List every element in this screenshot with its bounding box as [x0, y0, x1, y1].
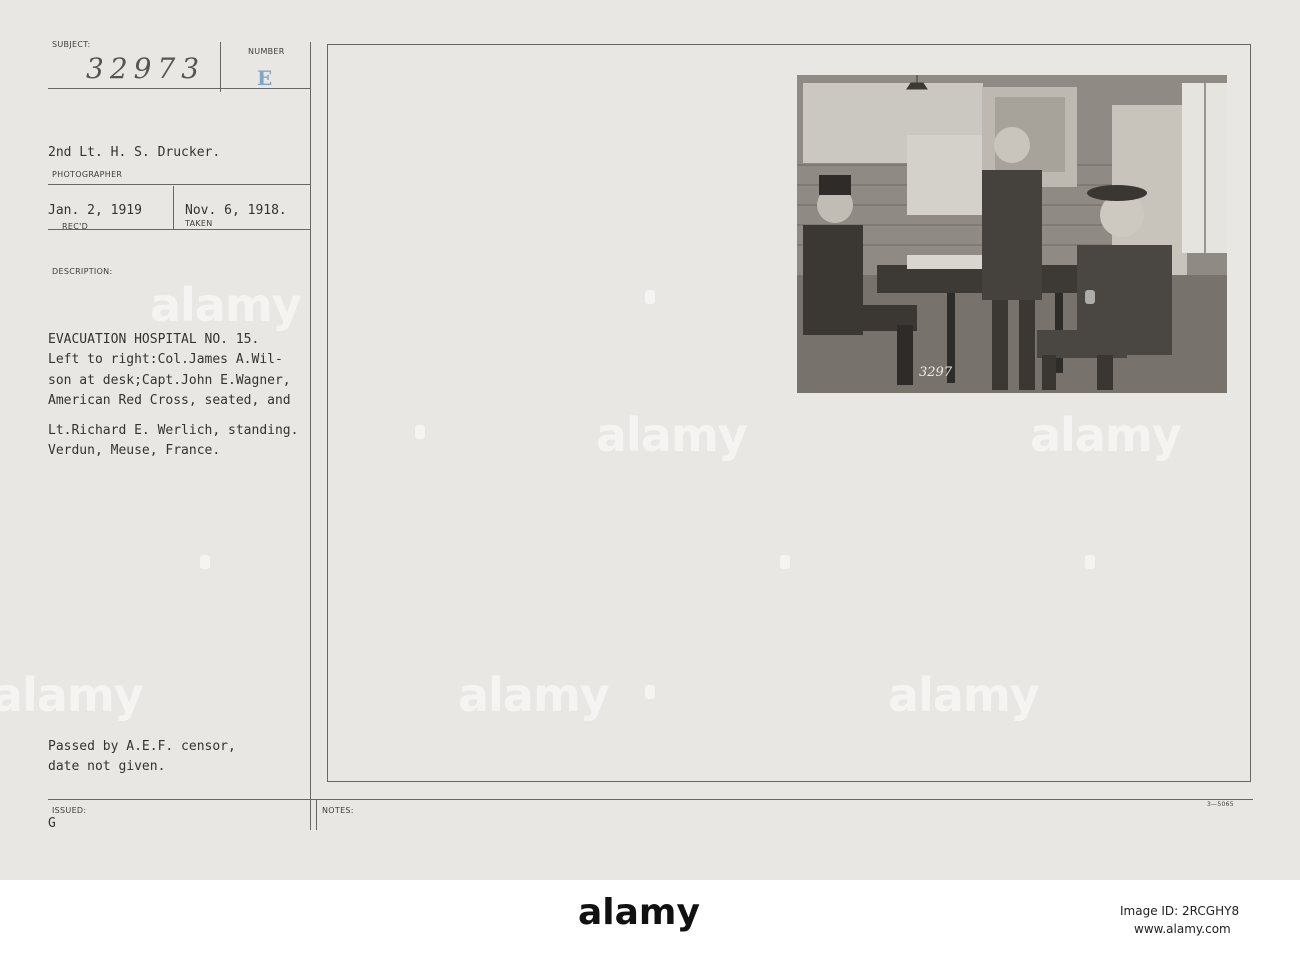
header-divider	[220, 42, 221, 92]
subject-number: 32973	[86, 52, 206, 85]
received-date: Jan. 2, 1919	[48, 203, 142, 218]
description-line: Left to right:Col.James A.Wil-	[48, 352, 283, 367]
description-label: DESCRIPTION:	[52, 267, 113, 276]
description-line: EVACUATION HOSPITAL NO. 15.	[48, 332, 260, 347]
watermark: alamy	[596, 408, 748, 462]
watermark-mark	[645, 290, 655, 304]
bottom-rule	[48, 799, 1253, 800]
censor-line: date not given.	[48, 759, 166, 774]
watermark: alamy	[1030, 408, 1182, 462]
notes-divider	[316, 800, 317, 830]
brand-logo[interactable]: alamy	[578, 892, 700, 933]
description-line: Lt.Richard E. Werlich, standing.	[48, 423, 299, 438]
watermark-mark	[645, 685, 655, 699]
date-divider	[173, 186, 174, 230]
watermark-mark	[1085, 290, 1095, 304]
watermark: alamy	[458, 668, 610, 722]
image-id: Image ID: 2RCGHY8	[1120, 904, 1240, 918]
description-line: American Red Cross, seated, and	[48, 393, 291, 408]
watermark: alamy	[150, 278, 302, 332]
watermark: alamy	[0, 668, 144, 722]
photographer-name: 2nd Lt. H. S. Drucker.	[48, 145, 221, 160]
watermark-mark	[1085, 555, 1095, 569]
description-line: son at desk;Capt.John E.Wagner,	[48, 373, 291, 388]
photographer-rule	[48, 184, 310, 185]
taken-label: TAKEN	[185, 219, 213, 228]
watermark-mark	[415, 425, 425, 439]
description-line: Verdun, Meuse, France.	[48, 443, 221, 458]
number-stamp: E	[257, 66, 273, 90]
date-rule	[48, 229, 310, 230]
number-label: NUMBER	[248, 47, 285, 56]
photo-number-inscription: 3297	[919, 365, 953, 380]
censor-line: Passed by A.E.F. censor,	[48, 739, 236, 754]
mounted-photograph: 3297	[797, 75, 1227, 393]
watermark: alamy	[888, 668, 1040, 722]
issued-label: ISSUED:	[52, 806, 87, 815]
archive-index-card: SUBJECT: 32973 NUMBER E 2nd Lt. H. S. Dr…	[0, 0, 1300, 966]
taken-date: Nov. 6, 1918.	[185, 203, 287, 218]
notes-label: NOTES:	[322, 806, 354, 815]
site-url[interactable]: www.alamy.com	[1134, 922, 1231, 936]
watermark-mark	[780, 555, 790, 569]
photo-scene	[797, 75, 1227, 393]
column-divider	[310, 42, 311, 830]
subject-rule	[48, 88, 310, 89]
subject-label: SUBJECT:	[52, 40, 91, 49]
form-code: 3—5065	[1207, 801, 1234, 808]
photographer-label: PHOTOGRAPHER	[52, 170, 123, 179]
issued-value: G	[48, 816, 56, 831]
watermark-mark	[200, 555, 210, 569]
